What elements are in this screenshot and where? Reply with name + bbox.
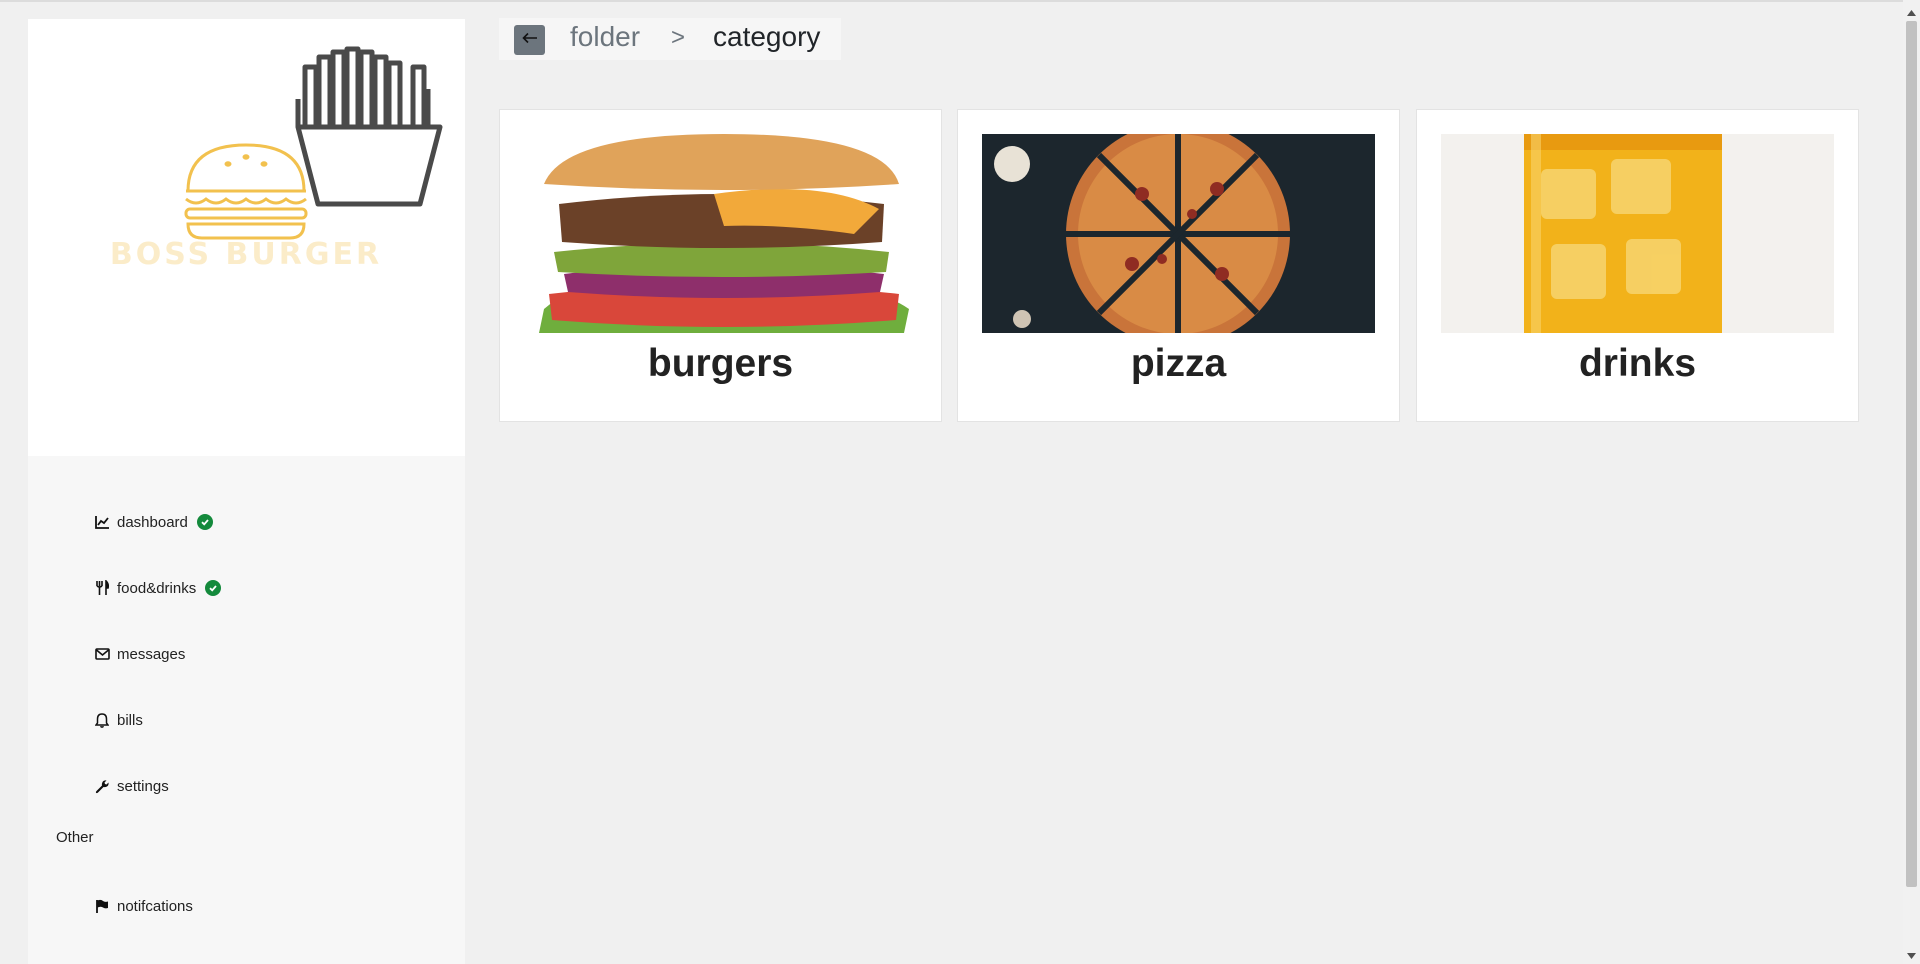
window-top-border [0, 0, 1920, 2]
scroll-down-arrow-icon[interactable] [1903, 947, 1920, 964]
scroll-up-arrow-icon[interactable] [1903, 4, 1920, 21]
burger-image [524, 134, 917, 333]
bell-icon [94, 712, 110, 728]
category-title: burgers [647, 342, 794, 385]
category-card-pizza[interactable]: pizza [957, 109, 1400, 422]
sidebar-item-dashboard[interactable]: dashboard [94, 511, 213, 533]
sidebar-item-bills[interactable]: bills [94, 709, 143, 731]
scrollbar-thumb[interactable] [1906, 21, 1917, 887]
breadcrumb: folder > category [499, 18, 841, 60]
check-circle-icon [196, 514, 213, 530]
breadcrumb-folder-link[interactable]: folder [570, 21, 640, 53]
pizza-image [982, 134, 1375, 333]
vertical-scrollbar[interactable] [1903, 0, 1920, 964]
sidebar-item-label: bills [117, 711, 143, 729]
check-circle-icon [205, 580, 222, 596]
sidebar-item-notifications[interactable]: notifcations [94, 895, 193, 917]
sidebar: BOSS BURGER dashboard food&drinks messag… [28, 19, 465, 964]
sidebar-item-label: food&drinks [117, 579, 197, 597]
category-card-drinks[interactable]: drinks [1416, 109, 1859, 422]
flag-icon [94, 898, 110, 914]
chart-line-icon [94, 514, 110, 530]
back-button[interactable] [514, 25, 545, 55]
sidebar-item-messages[interactable]: messages [94, 643, 185, 665]
drink-image [1441, 134, 1834, 333]
category-title: drinks [1578, 342, 1697, 385]
brand-name: BOSS BURGER [109, 237, 383, 272]
sidebar-section-other: Other [56, 829, 94, 846]
arrow-left-icon [521, 31, 538, 49]
sidebar-item-settings[interactable]: settings [94, 775, 169, 797]
category-title: pizza [1130, 342, 1227, 385]
breadcrumb-separator: > [671, 24, 686, 51]
sidebar-item-food-drinks[interactable]: food&drinks [94, 577, 222, 599]
breadcrumb-current: category [713, 21, 821, 52]
category-card-burgers[interactable]: burgers [499, 109, 942, 422]
sidebar-item-label: dashboard [117, 513, 188, 531]
sidebar-item-label: messages [117, 645, 186, 663]
sidebar-item-label: settings [117, 777, 169, 795]
envelope-icon [94, 646, 110, 662]
brand-logo: BOSS BURGER [28, 19, 465, 456]
wrench-icon [94, 778, 110, 794]
sidebar-item-label: notifcations [117, 897, 193, 915]
utensils-icon [94, 580, 110, 596]
